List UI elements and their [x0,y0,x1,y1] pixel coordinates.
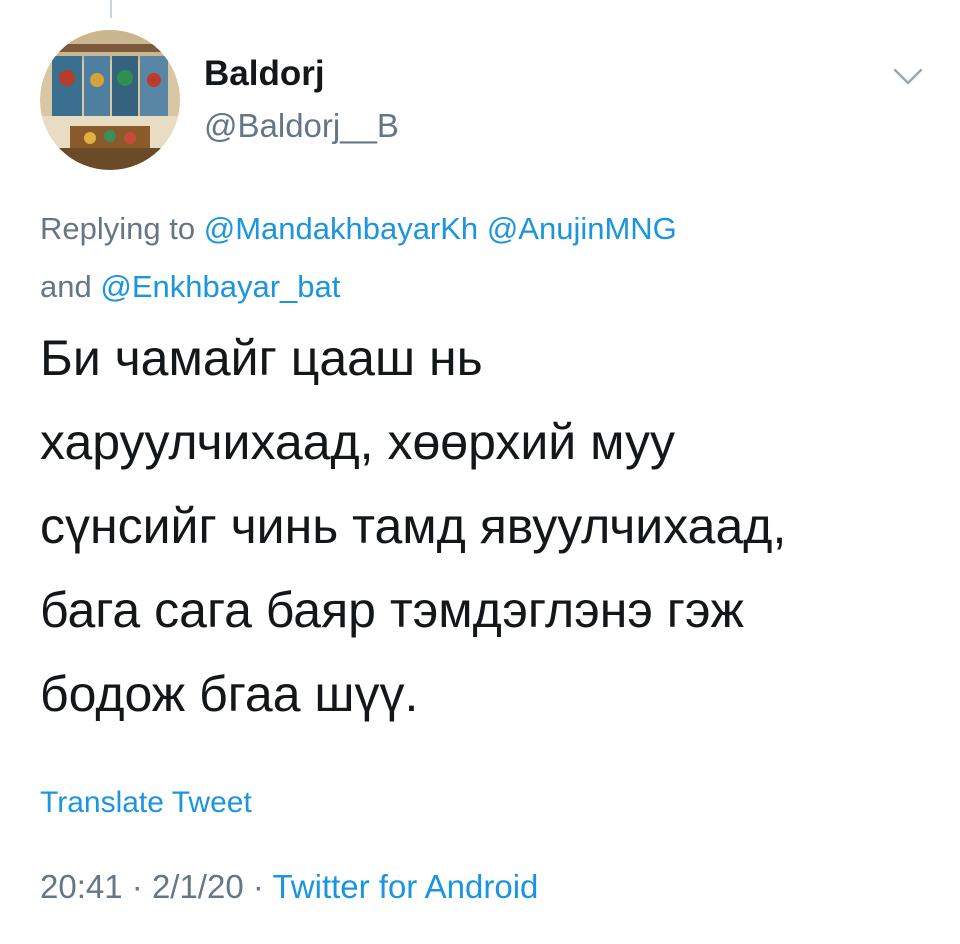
author-handle[interactable]: @Baldorj__B [204,107,399,145]
replying-to: Replying to @MandakhbayarKh @AnujinMNG a… [40,200,920,316]
replying-prefix: Replying to [40,211,196,246]
tweet-metadata: 20:41 · 2/1/20 · Twitter for Android [40,868,538,906]
avatar-photo [40,30,180,170]
tweet-text-line: бодож бгаа шүү. [40,666,419,722]
author-name[interactable]: Baldorj [204,54,325,94]
replying-conjunction: and [40,269,92,304]
tweet-date[interactable]: 2/1/20 [152,868,244,905]
tweet-text-line: сүнсийг чинь тамд явуулчихаад, [40,498,787,554]
meta-separator: · [252,868,264,905]
avatar[interactable] [40,30,180,170]
tweet-text: Би чамайг цааш нь харуулчихаад, хөөрхий … [40,316,940,736]
translate-tweet-link[interactable]: Translate Tweet [40,786,252,820]
meta-separator: · [131,868,143,905]
tweet-text-line: бага сага баяр тэмдэглэнэ гэж [40,582,744,638]
mention-link[interactable]: @Enkhbayar_bat [100,269,340,304]
chevron-down-icon[interactable] [892,66,924,88]
tweet-detail: Baldorj @Baldorj__B Replying to @Mandakh… [0,0,960,944]
tweet-source-link[interactable]: Twitter for Android [272,868,538,905]
thread-connector-line [110,0,112,18]
tweet-text-line: харуулчихаад, хөөрхий муу [40,414,676,470]
tweet-text-line: Би чамайг цааш нь [40,330,483,386]
tweet-time[interactable]: 20:41 [40,868,123,905]
mention-link[interactable]: @AnujinMNG [487,211,677,246]
mention-link[interactable]: @MandakhbayarKh [204,211,478,246]
